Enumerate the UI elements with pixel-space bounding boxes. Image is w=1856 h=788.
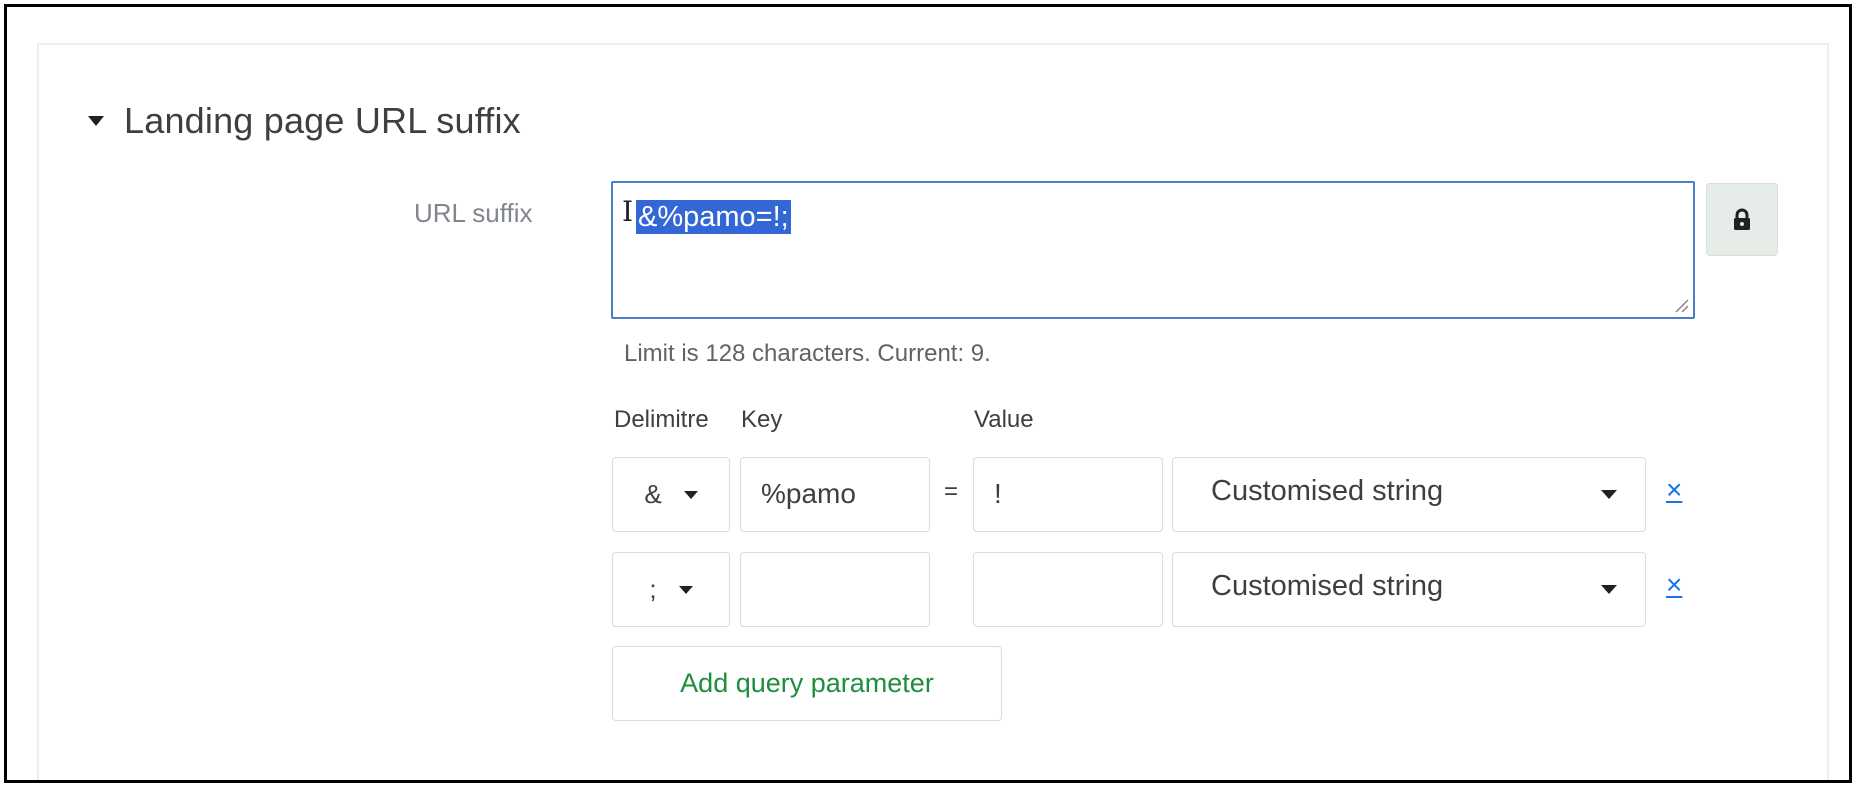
add-query-parameter-button[interactable]: Add query parameter — [612, 646, 1002, 721]
remove-row-button[interactable]: × — [1666, 474, 1682, 506]
key-input[interactable]: %pamo — [740, 457, 930, 532]
url-suffix-textarea[interactable]: I &%pamo=!; — [611, 181, 1695, 319]
key-input[interactable] — [740, 552, 930, 627]
lock-icon — [1734, 208, 1750, 230]
lock-button[interactable] — [1706, 183, 1778, 256]
dropdown-caret-icon — [678, 585, 693, 594]
column-header-value: Value — [974, 406, 1034, 433]
text-cursor-icon: I — [622, 195, 634, 228]
panel-top-divider — [37, 43, 1829, 45]
section-header[interactable]: Landing page URL suffix — [88, 100, 521, 142]
dropdown-caret-icon — [1601, 585, 1617, 594]
section-title: Landing page URL suffix — [124, 100, 521, 141]
value-type-select[interactable]: Customised string — [1172, 457, 1646, 532]
value-type-select[interactable]: Customised string — [1172, 552, 1646, 627]
url-suffix-label: URL suffix — [414, 198, 533, 228]
value-value: ! — [994, 478, 1002, 509]
add-query-parameter-label: Add query parameter — [680, 668, 934, 698]
value-type-label: Customised string — [1211, 475, 1444, 507]
delimiter-select[interactable]: & — [612, 457, 730, 532]
value-type-label: Customised string — [1211, 570, 1444, 602]
dropdown-caret-icon — [683, 490, 698, 499]
dropdown-caret-icon — [1601, 490, 1617, 499]
character-limit-text: Limit is 128 characters. Current: 9. — [624, 340, 991, 367]
column-header-delimiter: Delimitre — [614, 406, 709, 433]
remove-row-button[interactable]: × — [1666, 569, 1682, 601]
resize-handle-icon[interactable] — [1673, 297, 1689, 313]
url-suffix-value[interactable]: &%pamo=!; — [636, 200, 791, 234]
equals-sign: = — [944, 478, 959, 505]
key-value: %pamo — [761, 478, 856, 509]
value-input[interactable]: ! — [973, 457, 1163, 532]
delimiter-value: ; — [649, 574, 657, 604]
value-input[interactable] — [973, 552, 1163, 627]
delimiter-select[interactable]: ; — [612, 552, 730, 627]
column-header-key: Key — [741, 406, 783, 433]
collapse-caret-icon[interactable] — [88, 116, 104, 126]
panel-left-border — [37, 43, 39, 780]
delimiter-value: & — [644, 479, 662, 509]
panel-right-border — [1827, 43, 1829, 780]
